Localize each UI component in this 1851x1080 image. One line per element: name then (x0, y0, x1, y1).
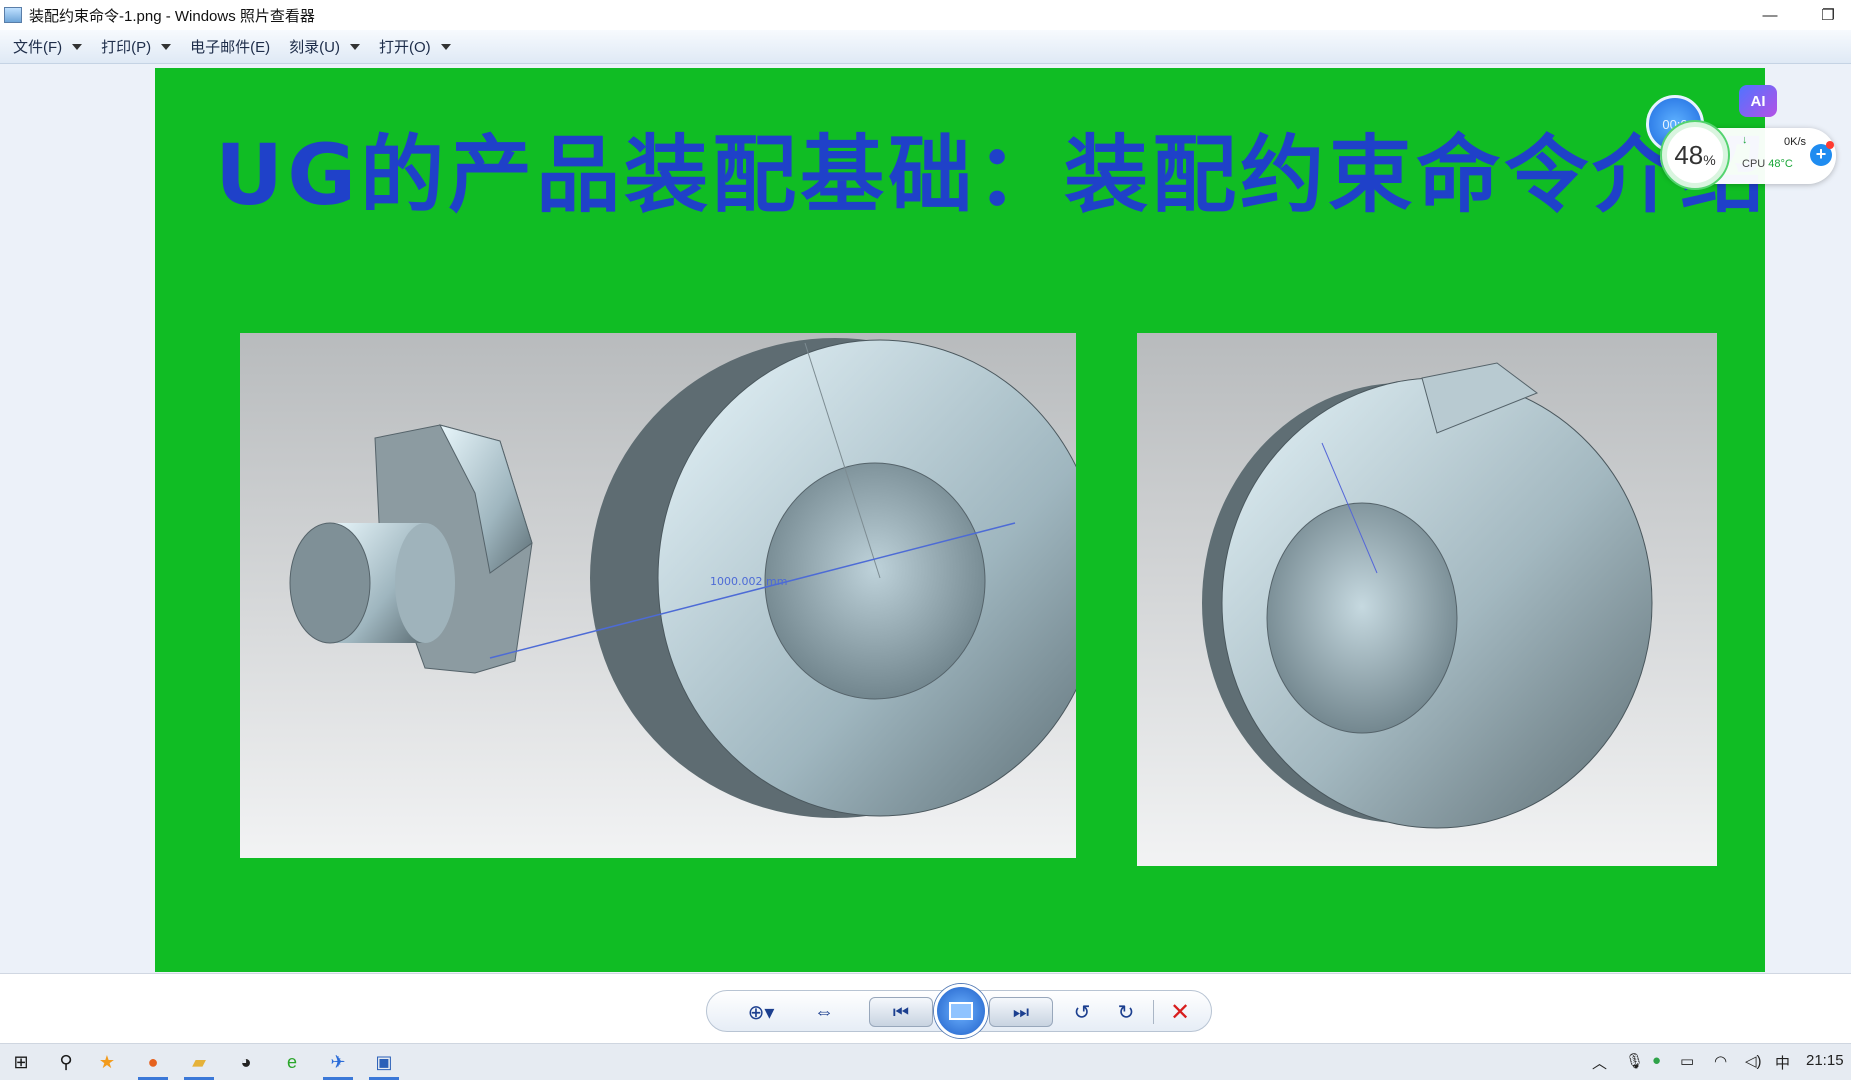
cpu-label: CPU (1742, 158, 1766, 170)
microphone-icon[interactable]: 🎙 (1625, 1052, 1644, 1070)
ime-indicator[interactable]: 中 (1775, 1052, 1790, 1073)
delete-icon[interactable]: ✕ (1163, 995, 1197, 1029)
cpu-usage-ring: 48% (1662, 122, 1728, 188)
photo-viewer-app-icon (4, 7, 22, 23)
cpu-temp-row: CPU 48°C (1742, 158, 1793, 170)
slideshow-icon[interactable] (934, 984, 988, 1038)
menu-file[interactable]: 文件(F) (6, 33, 94, 61)
menu-email[interactable]: 电子邮件(E) (183, 33, 282, 61)
chevron-down-icon (349, 43, 360, 50)
bird-app-icon[interactable]: ✈ (325, 1049, 351, 1075)
restore-button[interactable]: ❐ (1805, 0, 1851, 30)
next-icon[interactable]: ⏭ (989, 997, 1053, 1027)
rotate-cw-icon[interactable]: ↻ (1109, 995, 1143, 1029)
zoom-icon[interactable]: ⊕▾ (737, 995, 785, 1029)
menu-print-label: 打印(P) (101, 39, 152, 56)
taskbar: ⊞ ⚲ ★ ● ▰ ◕ e ✈ ▣ ︿ 🎙 ● ▭ ◠ ◁) 中 21:15 (0, 1043, 1851, 1080)
window-title: 装配约束命令-1.png - Windows 照片查看器 (29, 7, 315, 25)
menu-burn[interactable]: 刻录(U) (282, 33, 372, 61)
menu-email-label: 电子邮件(E) (190, 39, 271, 56)
cad-render-left: 1000.002 mm (240, 333, 1076, 858)
edge-icon[interactable]: e (279, 1049, 305, 1075)
ai-button[interactable]: AI (1739, 85, 1777, 117)
plus-icon[interactable]: + (1810, 141, 1834, 166)
chevron-down-icon (161, 43, 172, 50)
cpu-usage-value: 48 (1674, 139, 1704, 170)
chevron-down-icon (440, 43, 451, 50)
menu-print[interactable]: 打印(P) (94, 33, 183, 61)
photo-viewer-icon[interactable]: ▣ (371, 1049, 397, 1075)
minimize-button[interactable]: — (1747, 0, 1793, 30)
wifi-icon[interactable]: ◠ (1714, 1052, 1727, 1070)
network-speed: 0K/s (1784, 136, 1807, 148)
cpu-temperature: 48°C (1768, 158, 1793, 170)
fit-actual-size-icon[interactable]: ⇔ (807, 995, 841, 1029)
menu-open-label: 打开(O) (378, 39, 431, 56)
clock[interactable]: 21:15 (1806, 1052, 1844, 1069)
star-app-icon[interactable]: ★ (94, 1049, 120, 1075)
rotate-ccw-icon[interactable]: ↺ (1065, 995, 1099, 1029)
slide-title: UG的产品装配基础：装配约束命令介绍 (215, 126, 1769, 224)
cad-exploded-parts-image: 1000.002 mm (289, 338, 1076, 818)
qq-icon[interactable]: ◕ (233, 1049, 259, 1075)
menu-file-label: 文件(F) (13, 39, 63, 56)
search-icon[interactable]: ⚲ (53, 1049, 79, 1075)
performance-monitor-widget[interactable]: 48% ↓ 0K/s CPU 48°C + (1660, 122, 1836, 188)
firefox-icon[interactable]: ● (140, 1049, 166, 1075)
displayed-image: UG的产品装配基础：装配约束命令介绍 1000.002 mm (155, 68, 1765, 972)
cad-render-right (1137, 333, 1717, 866)
cad-assembled-part-image (1202, 362, 1653, 829)
previous-icon[interactable]: ⏮ (869, 997, 933, 1027)
viewer-toolbar-area: ⊕▾ ⇔ ⏮ ⏭ ↺ ↻ ✕ (0, 973, 1851, 1043)
file-explorer-icon[interactable]: ▰ (186, 1049, 212, 1075)
chevron-up-icon[interactable]: ︿ (1592, 1052, 1607, 1073)
measurement-label: 1000.002 mm (710, 575, 787, 588)
chevron-down-icon (72, 43, 83, 50)
window-titlebar: 装配约束命令-1.png - Windows 照片查看器 — ❐ (0, 0, 1851, 30)
ai-label: AI (1750, 92, 1766, 110)
toolbar-divider (1153, 1000, 1154, 1024)
start-icon[interactable]: ⊞ (8, 1049, 34, 1075)
menu-burn-label: 刻录(U) (289, 39, 340, 56)
volume-icon[interactable]: ◁) (1745, 1052, 1762, 1070)
security-app-icon[interactable]: ● (1652, 1052, 1661, 1069)
menu-open[interactable]: 打开(O) (372, 33, 463, 61)
menu-bar: 文件(F) 打印(P) 电子邮件(E) 刻录(U) 打开(O) (0, 30, 1851, 64)
cpu-usage-unit: % (1703, 151, 1716, 168)
download-arrow-icon: ↓ (1742, 134, 1748, 146)
battery-icon[interactable]: ▭ (1680, 1052, 1694, 1070)
viewer-toolbar: ⊕▾ ⇔ ⏮ ⏭ ↺ ↻ ✕ (706, 984, 1212, 1038)
